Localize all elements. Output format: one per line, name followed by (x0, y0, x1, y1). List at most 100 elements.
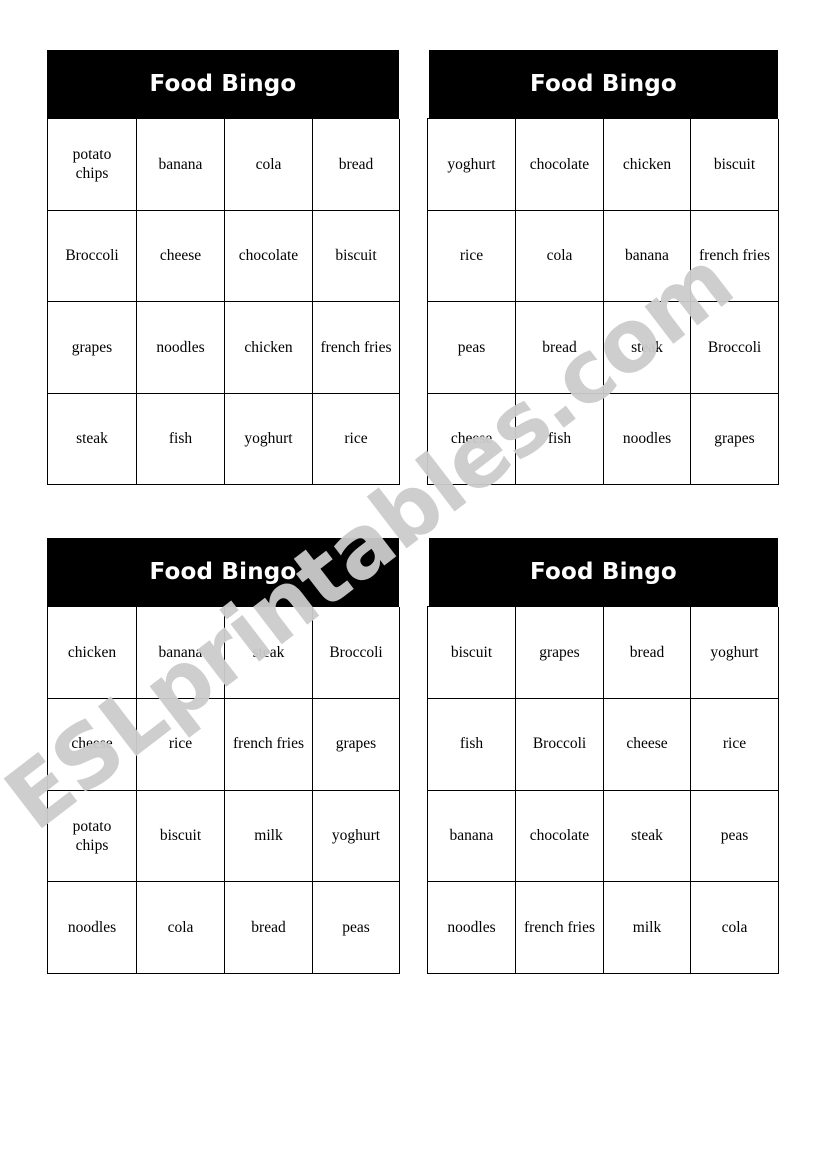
bingo-cell[interactable]: rice (313, 393, 400, 485)
bingo-cell[interactable]: chocolate (225, 210, 313, 302)
card-title-banner: Food Bingo (47, 538, 399, 606)
bingo-cell[interactable]: steak (225, 607, 313, 699)
card-title: Food Bingo (530, 71, 677, 97)
bingo-cell[interactable]: rice (691, 698, 779, 791)
bingo-row: banana chocolate steak peas (428, 790, 779, 883)
bingo-cell[interactable]: Broccoli (516, 698, 604, 791)
bingo-cell[interactable]: chicken (48, 607, 137, 699)
bingo-cell-label: french fries (699, 247, 770, 265)
bingo-cell[interactable]: chocolate (516, 119, 604, 211)
bingo-cell-label: bread (542, 338, 577, 356)
bingo-cell[interactable]: grapes (48, 302, 137, 394)
card-title-banner: Food Bingo (427, 50, 778, 118)
bingo-cell[interactable]: grapes (691, 393, 779, 485)
bingo-row: noodles french fries milk cola (428, 882, 779, 974)
bingo-cell-label: banana (625, 247, 669, 265)
bingo-cell[interactable]: Broccoli (48, 210, 137, 302)
bingo-cell[interactable]: biscuit (137, 790, 225, 883)
bingo-cell[interactable]: rice (428, 210, 516, 302)
bingo-cell-label: french fries (233, 735, 304, 753)
bingo-cell[interactable]: milk (604, 882, 691, 974)
bingo-row: steak fish yoghurt rice (48, 393, 400, 485)
bingo-cell[interactable]: noodles (137, 302, 225, 394)
bingo-cell[interactable]: biscuit (313, 210, 400, 302)
bingo-cell[interactable]: steak (604, 302, 691, 394)
bingo-cell-label: Broccoli (65, 247, 119, 265)
bingo-grid: potato chips banana cola bread Broccoli cheese… (47, 118, 400, 485)
bingo-cell[interactable]: fish (516, 393, 604, 485)
bingo-cell-label: milk (632, 918, 662, 936)
bingo-cell[interactable]: yoghurt (691, 607, 779, 699)
bingo-cell[interactable]: Broccoli (313, 607, 400, 699)
bingo-cell[interactable]: steak (48, 393, 137, 485)
bingo-cell-label: bread (629, 643, 665, 661)
bingo-cell[interactable]: french fries (313, 302, 400, 394)
bingo-cell[interactable]: fish (428, 698, 516, 791)
bingo-cell[interactable]: bread (604, 607, 691, 699)
bingo-cell[interactable]: bread (516, 302, 604, 394)
bingo-cell[interactable]: cheese (48, 698, 137, 791)
bingo-cell[interactable]: french fries (516, 882, 604, 974)
bingo-cell[interactable]: peas (313, 882, 400, 974)
bingo-cell[interactable]: steak (604, 790, 691, 883)
bingo-cell-label: grapes (335, 735, 377, 753)
bingo-row: noodles cola bread peas (48, 882, 400, 974)
bingo-cell[interactable]: french fries (691, 210, 779, 302)
bingo-row: grapes noodles chicken french fries (48, 302, 400, 394)
bingo-cell[interactable]: noodles (428, 882, 516, 974)
bingo-cell[interactable]: banana (428, 790, 516, 883)
card-title: Food Bingo (149, 71, 297, 97)
bingo-cell[interactable]: cola (137, 882, 225, 974)
bingo-cell-label: biscuit (713, 155, 756, 173)
bingo-cell[interactable]: yoghurt (428, 119, 516, 211)
bingo-cell[interactable]: grapes (313, 698, 400, 791)
bingo-cell-label: rice (344, 430, 368, 448)
bingo-card: Food Bingo potato chips banana cola bread Broc… (47, 50, 400, 485)
bingo-cell[interactable]: potato chips (48, 790, 137, 883)
bingo-cell[interactable]: noodles (48, 882, 137, 974)
card-title: Food Bingo (149, 559, 297, 585)
bingo-cell-label: cheese (159, 247, 202, 265)
bingo-cell[interactable]: bread (225, 882, 313, 974)
bingo-cell-label: rice (459, 247, 484, 265)
bingo-cell[interactable]: cheese (137, 210, 225, 302)
bingo-cell-label: steak (76, 430, 108, 448)
bingo-cell[interactable]: noodles (604, 393, 691, 485)
bingo-cell[interactable]: biscuit (428, 607, 516, 699)
bingo-cell[interactable]: cola (516, 210, 604, 302)
bingo-cell[interactable]: chicken (225, 302, 313, 394)
bingo-row: potato chips biscuit milk yoghurt (48, 790, 400, 883)
bingo-cell[interactable]: peas (691, 790, 779, 883)
bingo-cell[interactable]: yoghurt (313, 790, 400, 883)
bingo-row: rice cola banana french fries (428, 210, 779, 302)
bingo-cell[interactable]: grapes (516, 607, 604, 699)
bingo-cell[interactable]: chocolate (516, 790, 604, 883)
bingo-cell[interactable]: french fries (225, 698, 313, 791)
bingo-cell[interactable]: cola (225, 119, 313, 211)
bingo-cell-label: biscuit (159, 827, 202, 845)
bingo-cell[interactable]: bread (313, 119, 400, 211)
bingo-cell[interactable]: potato chips (48, 119, 137, 211)
bingo-cell[interactable]: cheese (604, 698, 691, 791)
bingo-cell-label: fish (168, 430, 193, 448)
bingo-cell[interactable]: milk (225, 790, 313, 883)
bingo-cell-label: fish (547, 430, 572, 448)
bingo-cell-label: yoghurt (710, 643, 759, 661)
bingo-cell[interactable]: peas (428, 302, 516, 394)
bingo-cell[interactable]: biscuit (691, 119, 779, 211)
bingo-cell[interactable]: chicken (604, 119, 691, 211)
bingo-cell[interactable]: banana (604, 210, 691, 302)
bingo-card: Food Bingo chicken banana steak Broccoli chee… (47, 538, 400, 974)
bingo-cell[interactable]: banana (137, 119, 225, 211)
bingo-cell-label: peas (342, 918, 370, 936)
bingo-cell[interactable]: fish (137, 393, 225, 485)
bingo-cell[interactable]: yoghurt (225, 393, 313, 485)
bingo-cell[interactable]: cola (691, 882, 779, 974)
bingo-cell-label: potato chips (72, 817, 112, 854)
bingo-cell[interactable]: banana (137, 607, 225, 699)
bingo-cell[interactable]: rice (137, 698, 225, 791)
bingo-cell-label: peas (720, 827, 749, 845)
bingo-cell[interactable]: cheese (428, 393, 516, 485)
bingo-cell-label: cheese (450, 430, 493, 448)
bingo-cell[interactable]: Broccoli (691, 302, 779, 394)
